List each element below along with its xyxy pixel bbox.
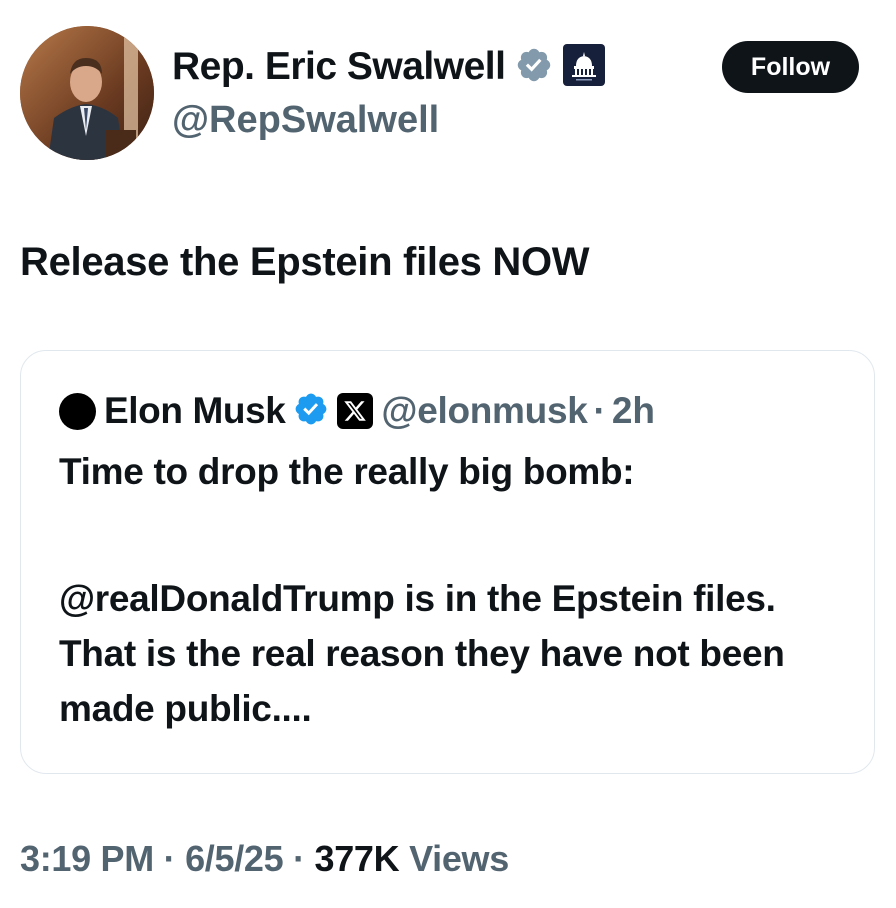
quoted-tweet-line1: Time to drop the really big bomb: (59, 451, 635, 492)
footer-separator: · (163, 838, 176, 879)
x-logo-icon (337, 393, 374, 429)
author-name-row: Rep. Eric Swalwell (172, 42, 606, 92)
footer-separator: · (293, 838, 305, 879)
verified-badge-icon[interactable] (515, 46, 553, 89)
quoted-tweet-paragraph: @realDonaldTrump is in the Epstein files… (59, 578, 785, 729)
quoted-author-handle[interactable]: @elonmusk (381, 390, 587, 432)
capitol-dome-icon (563, 43, 606, 91)
author-handle[interactable]: @RepSwalwell (172, 99, 439, 142)
views-count: 377K (314, 838, 400, 879)
author-avatar[interactable] (20, 26, 154, 160)
tweet-time[interactable]: 3:19 PM (20, 838, 154, 879)
tweet-meta-footer: 3:19 PM · 6/5/25 · 377K Views (20, 838, 509, 880)
quoted-tweet-header: Elon Musk @elonmusk · 2h (59, 389, 655, 433)
views-label: Views (409, 838, 509, 879)
quoted-tweet-time[interactable]: 2h (612, 390, 655, 432)
avatar-photo (20, 26, 154, 160)
quoted-tweet-card[interactable]: Elon Musk @elonmusk · 2h Time to drop th… (20, 350, 875, 774)
quoted-author-avatar[interactable] (59, 392, 96, 430)
follow-button[interactable]: Follow (722, 41, 859, 93)
author-display-name[interactable]: Rep. Eric Swalwell (172, 45, 506, 89)
tweet-text: Release the Epstein files NOW (20, 240, 590, 284)
verified-badge-icon[interactable] (293, 391, 329, 432)
quoted-author-display-name[interactable]: Elon Musk (104, 390, 286, 432)
tweet-date[interactable]: 6/5/25 (185, 838, 284, 879)
header-separator: · (593, 390, 606, 431)
